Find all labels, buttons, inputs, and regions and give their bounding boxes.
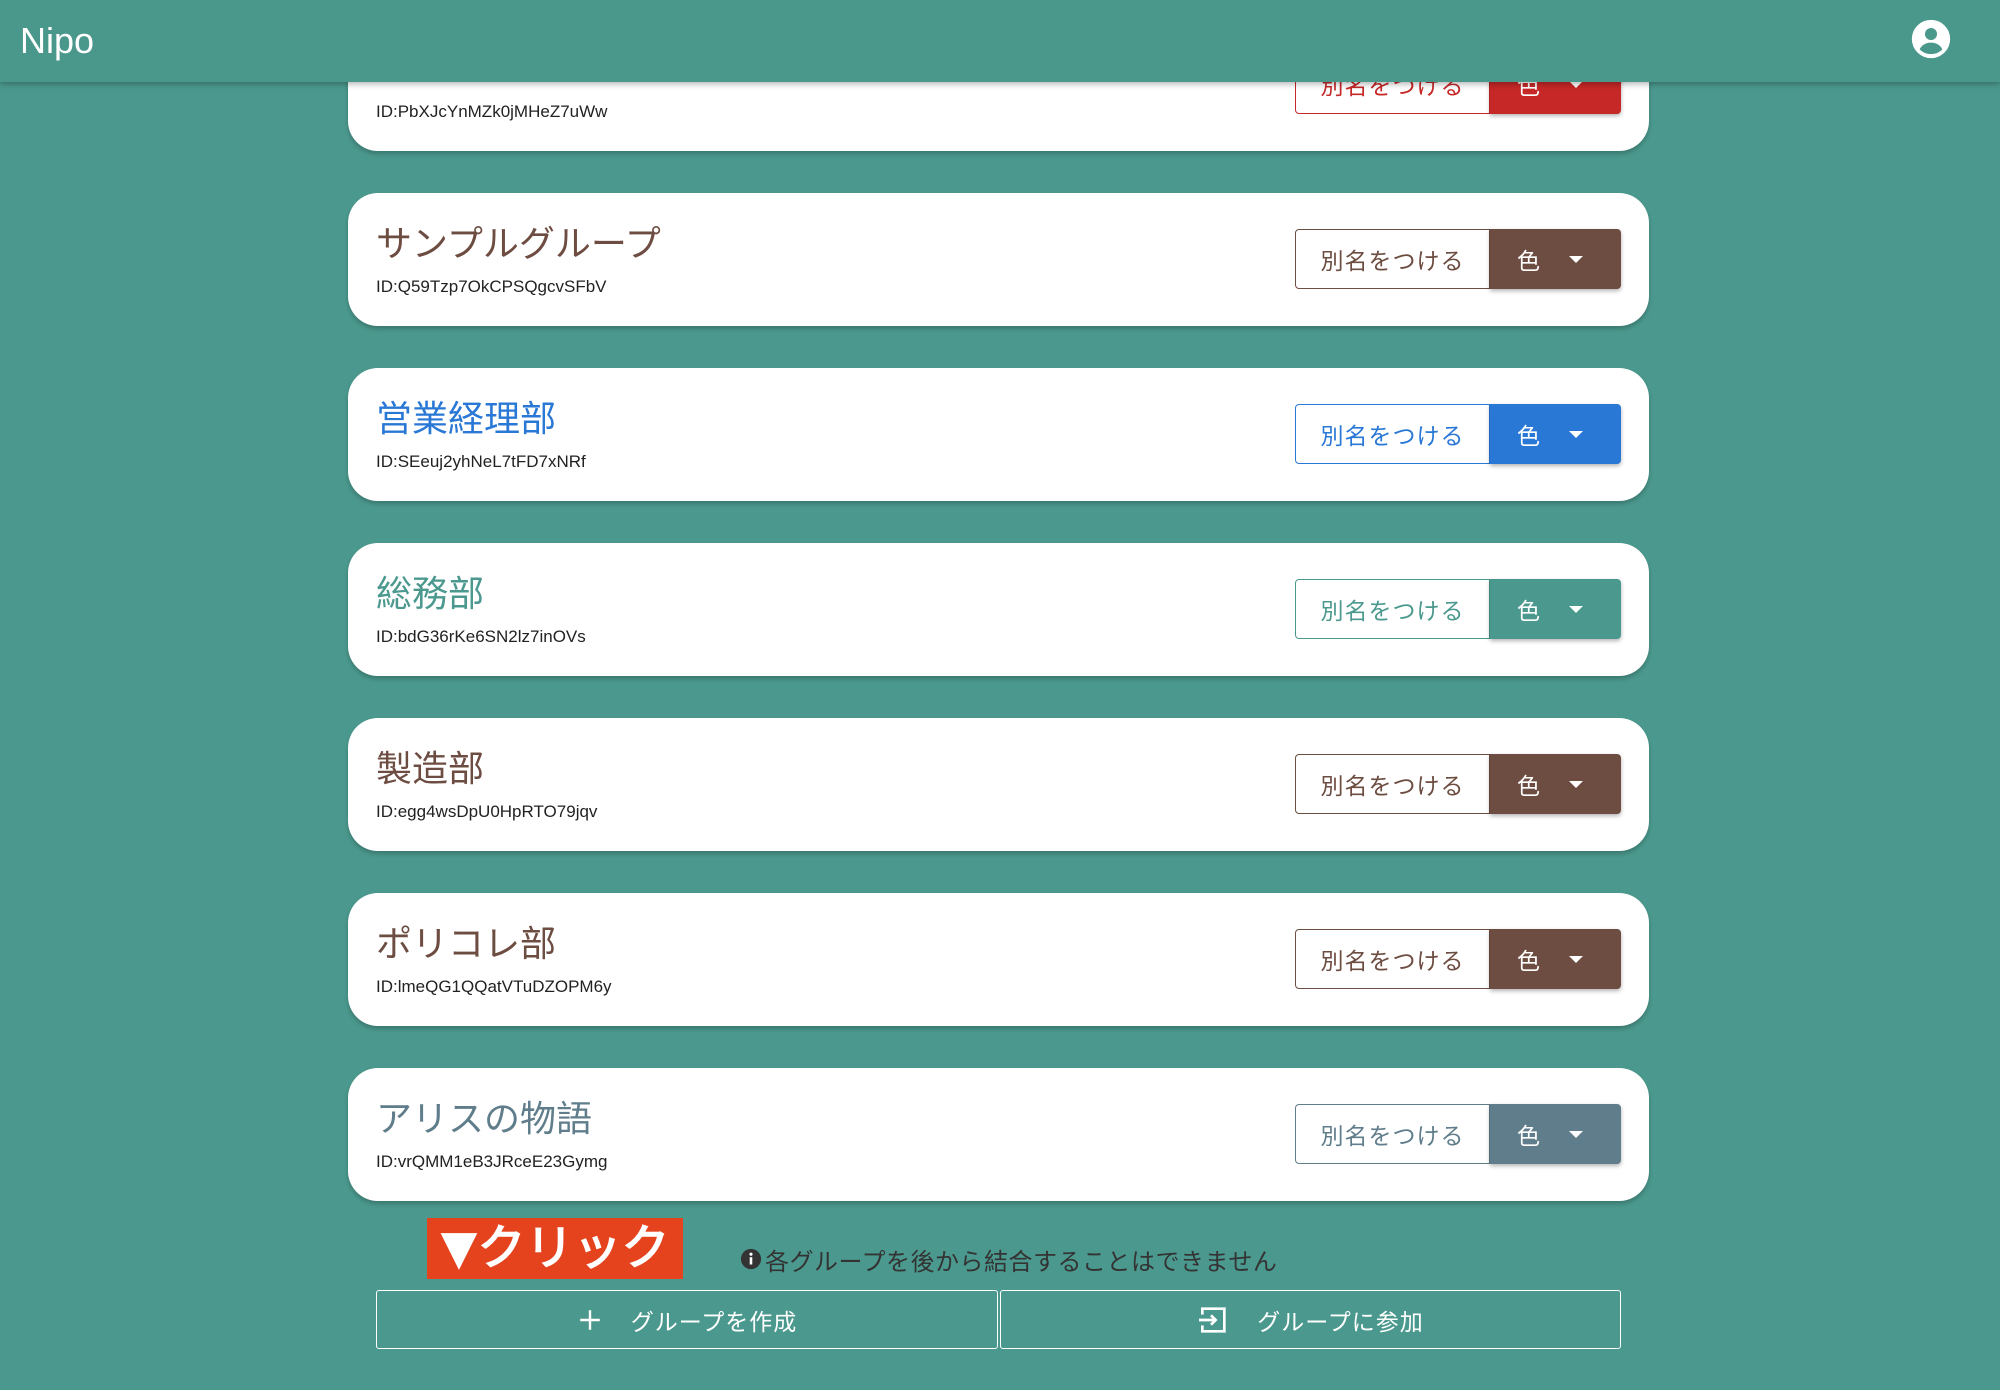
color-dropdown-button[interactable]: 色: [1490, 579, 1621, 639]
color-dropdown-button[interactable]: 色: [1490, 929, 1621, 989]
click-annotation: ▼クリック: [427, 1218, 683, 1279]
merge-notice: 各グループを後から結合することはできません: [740, 1243, 1278, 1276]
login-icon: [1199, 1306, 1226, 1333]
group-id: ID:lmeQG1QQatVTuDZOPM6y: [376, 977, 612, 996]
group-id: ID:Q59Tzp7OkCPSQgcvSFbV: [376, 277, 607, 296]
account-circle-icon[interactable]: [1911, 19, 1951, 59]
info-icon: [740, 1248, 762, 1270]
alias-button[interactable]: 別名をつける: [1295, 754, 1490, 814]
group-card-buttons: 別名をつける 色: [1295, 1104, 1621, 1164]
group-id: ID:PbXJcYnMZk0jMHeZ7uWw: [376, 102, 608, 121]
group-card: 営業経理部 ID:SEeuj2yhNeL7tFD7xNRf 別名をつける 色: [348, 368, 1649, 501]
color-label: 色: [1517, 424, 1540, 450]
group-card: 総務部 ID:bdG36rKe6SN2lz7inOVs 別名をつける 色: [348, 543, 1649, 676]
group-card: ポリコレ部 ID:lmeQG1QQatVTuDZOPM6y 別名をつける 色: [348, 893, 1649, 1026]
caret-down-icon: [1569, 605, 1583, 613]
alias-button[interactable]: 別名をつける: [1295, 579, 1490, 639]
group-card-buttons: 別名をつける 色: [1295, 229, 1621, 289]
create-group-label: グループを作成: [630, 1309, 798, 1336]
join-group-button[interactable]: グループに参加: [1000, 1290, 1621, 1349]
join-group-label: グループに参加: [1257, 1309, 1424, 1336]
color-label: 色: [1517, 949, 1540, 975]
group-card: 製造部 ID:egg4wsDpU0HpRTO79jqv 別名をつける 色: [348, 718, 1649, 851]
color-label: 色: [1517, 599, 1540, 625]
plus-icon: [579, 1309, 600, 1330]
caret-down-icon: [1569, 1130, 1583, 1138]
group-name: 総務部: [376, 574, 485, 615]
caret-down-icon: [1569, 780, 1583, 788]
group-card-buttons: 別名をつける 色: [1295, 754, 1621, 814]
group-card-buttons: 別名をつける 色: [1295, 404, 1621, 464]
color-dropdown-button[interactable]: 色: [1490, 1104, 1621, 1164]
group-name: 製造部: [376, 749, 485, 790]
color-dropdown-button[interactable]: 色: [1490, 229, 1621, 289]
color-label: 色: [1517, 1124, 1540, 1150]
alias-button[interactable]: 別名をつける: [1295, 404, 1490, 464]
group-id: ID:vrQMM1eB3JRceE23Gymg: [376, 1152, 608, 1171]
group-name: アリスの物語: [376, 1099, 593, 1140]
alias-button[interactable]: 別名をつける: [1295, 929, 1490, 989]
alias-button[interactable]: 別名をつける: [1295, 1104, 1490, 1164]
color-dropdown-button[interactable]: 色: [1490, 754, 1621, 814]
create-group-button[interactable]: グループを作成: [376, 1290, 998, 1349]
group-card: サンプルグループ ID:Q59Tzp7OkCPSQgcvSFbV 別名をつける 色: [348, 193, 1649, 326]
caret-down-icon: [1569, 955, 1583, 963]
group-name: ポリコレ部: [376, 924, 557, 965]
group-id: ID:SEeuj2yhNeL7tFD7xNRf: [376, 452, 586, 471]
color-label: 色: [1517, 249, 1540, 275]
caret-down-icon: [1569, 430, 1583, 438]
group-name: 営業経理部: [376, 399, 557, 440]
group-name: サンプルグループ: [376, 224, 661, 265]
group-id: ID:egg4wsDpU0HpRTO79jqv: [376, 802, 598, 821]
caret-down-icon: [1569, 255, 1583, 263]
group-list: ID:PbXJcYnMZk0jMHeZ7uWw 別名をつける色サンプルグループ ID…: [348, 0, 1649, 1390]
color-dropdown-button[interactable]: 色: [1490, 404, 1621, 464]
group-card: アリスの物語 ID:vrQMM1eB3JRceE23Gymg 別名をつける 色: [348, 1068, 1649, 1201]
group-card-buttons: 別名をつける 色: [1295, 929, 1621, 989]
color-label: 色: [1517, 774, 1540, 800]
group-actions: グループを作成 グループに参加: [376, 1290, 1621, 1349]
group-id: ID:bdG36rKe6SN2lz7inOVs: [376, 627, 586, 646]
alias-button[interactable]: 別名をつける: [1295, 229, 1490, 289]
app-title[interactable]: Nipo: [20, 0, 94, 82]
app-header: Nipo: [0, 0, 2000, 82]
notice-text: 各グループを後から結合することはできません: [765, 1247, 1278, 1276]
group-card-buttons: 別名をつける 色: [1295, 579, 1621, 639]
